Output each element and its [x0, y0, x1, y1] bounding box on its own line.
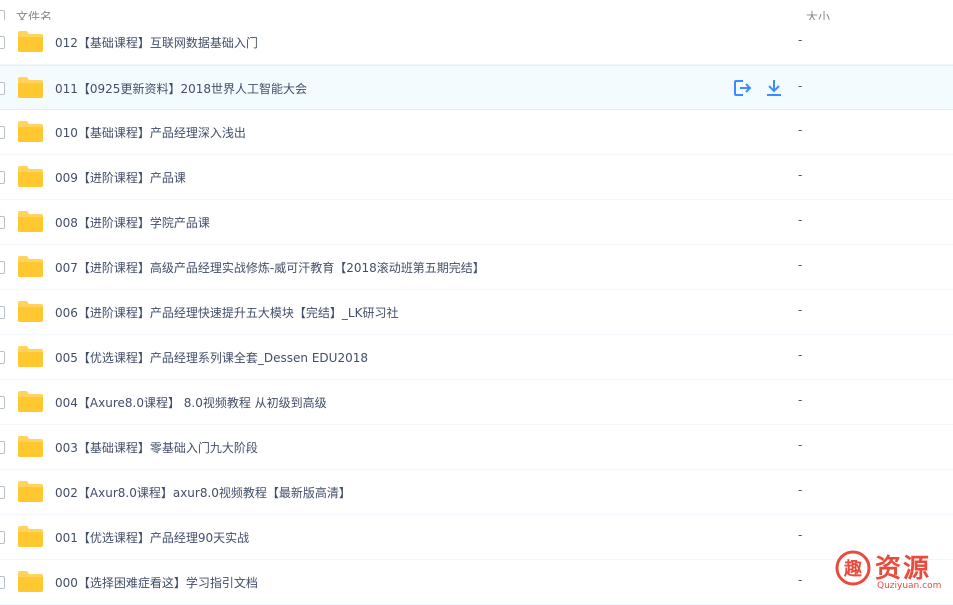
- file-size: -: [798, 483, 803, 497]
- file-name[interactable]: 009【进阶课程】产品课: [55, 169, 186, 186]
- folder-icon: [18, 211, 43, 232]
- file-row[interactable]: 002【Axur8.0课程】axur8.0视频教程【最新版高清】 -: [0, 470, 953, 515]
- row-checkbox[interactable]: [0, 216, 5, 229]
- row-checkbox[interactable]: [0, 396, 5, 409]
- file-name[interactable]: 002【Axur8.0课程】axur8.0视频教程【最新版高清】: [55, 484, 351, 501]
- watermark-text: 资源: [875, 554, 932, 584]
- folder-icon: [18, 256, 43, 277]
- file-name[interactable]: 008【进阶课程】学院产品课: [55, 214, 210, 231]
- row-checkbox[interactable]: [0, 351, 5, 364]
- file-name[interactable]: 004【Axure8.0课程】 8.0视频教程 从初级到高级: [55, 394, 327, 411]
- row-checkbox[interactable]: [0, 441, 5, 454]
- file-size: -: [798, 528, 803, 542]
- watermark: 趣 资源 Quziyuan.com: [833, 548, 951, 594]
- row-checkbox[interactable]: [0, 82, 5, 95]
- row-checkbox[interactable]: [0, 306, 5, 319]
- file-row[interactable]: 012【基础课程】互联网数据基础入门 -: [0, 20, 953, 65]
- file-size: -: [798, 303, 803, 317]
- svg-text:趣: 趣: [843, 559, 863, 580]
- file-row[interactable]: 003【基础课程】零基础入门九大阶段 -: [0, 425, 953, 470]
- folder-icon: [18, 391, 43, 412]
- file-row[interactable]: 000【选择困难症看这】学习指引文档 -: [0, 560, 953, 605]
- folder-icon: [18, 571, 43, 592]
- file-size: -: [798, 33, 803, 47]
- row-checkbox[interactable]: [0, 576, 5, 589]
- file-size: -: [798, 213, 803, 227]
- file-size: -: [798, 348, 803, 362]
- folder-icon: [18, 526, 43, 547]
- row-checkbox[interactable]: [0, 36, 5, 49]
- file-row[interactable]: 008【进阶课程】学院产品课 -: [0, 200, 953, 245]
- file-row[interactable]: 004【Axure8.0课程】 8.0视频教程 从初级到高级 -: [0, 380, 953, 425]
- row-checkbox[interactable]: [0, 171, 5, 184]
- file-name[interactable]: 000【选择困难症看这】学习指引文档: [55, 574, 258, 591]
- folder-icon: [18, 166, 43, 187]
- file-size: -: [798, 573, 803, 587]
- file-name[interactable]: 011【0925更新资料】2018世界人工智能大会: [55, 80, 307, 97]
- folder-icon: [18, 436, 43, 457]
- file-size: -: [798, 123, 803, 137]
- row-checkbox[interactable]: [0, 531, 5, 544]
- file-size: -: [798, 258, 803, 272]
- file-list: 012【基础课程】互联网数据基础入门 - 011【0925更新资料】2018世界…: [0, 20, 953, 605]
- file-row[interactable]: 005【优选课程】产品经理系列课全套_Dessen EDU2018 -: [0, 335, 953, 380]
- folder-icon: [18, 77, 43, 98]
- row-checkbox[interactable]: [0, 126, 5, 139]
- file-row[interactable]: 010【基础课程】产品经理深入浅出 -: [0, 110, 953, 155]
- row-checkbox[interactable]: [0, 486, 5, 499]
- file-row[interactable]: 007【进阶课程】高级产品经理实战修炼-威可汗教育【2018滚动班第五期完结】 …: [0, 245, 953, 290]
- watermark-url: Quziyuan.com: [877, 581, 942, 591]
- folder-icon: [18, 301, 43, 322]
- file-size: -: [798, 393, 803, 407]
- download-icon[interactable]: [764, 78, 784, 98]
- watermark-logo-icon: 趣: [835, 550, 871, 586]
- file-name[interactable]: 005【优选课程】产品经理系列课全套_Dessen EDU2018: [55, 349, 368, 366]
- row-actions: [732, 78, 784, 98]
- folder-icon: [18, 346, 43, 367]
- file-row[interactable]: 011【0925更新资料】2018世界人工智能大会 -: [0, 65, 953, 110]
- file-size: -: [798, 168, 803, 182]
- folder-icon: [18, 481, 43, 502]
- row-checkbox[interactable]: [0, 261, 5, 274]
- file-row[interactable]: 009【进阶课程】产品课 -: [0, 155, 953, 200]
- share-icon[interactable]: [732, 78, 752, 98]
- file-row[interactable]: 001【优选课程】产品经理90天实战 -: [0, 515, 953, 560]
- folder-icon: [18, 31, 43, 52]
- file-name[interactable]: 012【基础课程】互联网数据基础入门: [55, 34, 258, 51]
- file-name[interactable]: 007【进阶课程】高级产品经理实战修炼-威可汗教育【2018滚动班第五期完结】: [55, 259, 485, 276]
- folder-icon: [18, 121, 43, 142]
- file-name[interactable]: 001【优选课程】产品经理90天实战: [55, 529, 249, 546]
- file-size: -: [798, 438, 803, 452]
- file-name[interactable]: 010【基础课程】产品经理深入浅出: [55, 124, 246, 141]
- file-size: -: [798, 79, 803, 93]
- file-name[interactable]: 003【基础课程】零基础入门九大阶段: [55, 439, 258, 456]
- file-row[interactable]: 006【进阶课程】产品经理快速提升五大模块【完结】_LK研习社 -: [0, 290, 953, 335]
- file-name[interactable]: 006【进阶课程】产品经理快速提升五大模块【完结】_LK研习社: [55, 304, 398, 321]
